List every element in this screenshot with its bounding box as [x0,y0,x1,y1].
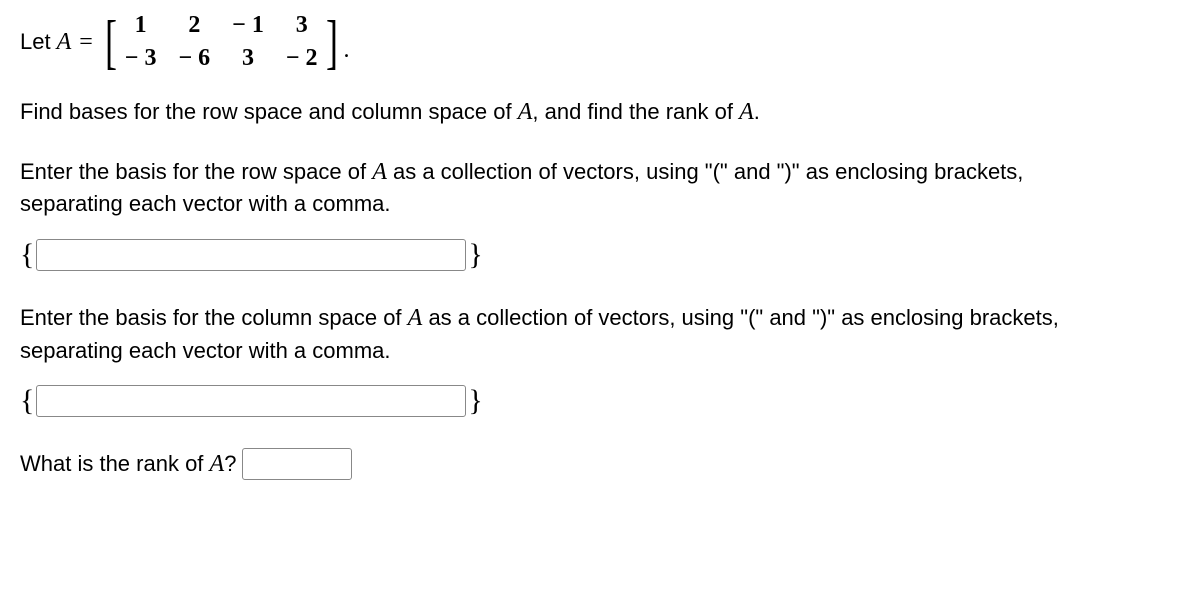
matrix-cell: − 2 [286,45,318,72]
var-A: A [408,305,423,331]
col-space-input-group: { } [20,384,1180,418]
left-brace: { [20,384,34,418]
matrix-cell: − 6 [178,45,210,72]
matrix-cell: 2 [178,12,210,39]
var-A: A [210,451,225,477]
right-brace: } [468,238,482,272]
left-brace: { [20,238,34,272]
matrix-cell: − 3 [125,45,157,72]
matrix-cell: 3 [232,45,264,72]
text-part: ? [224,451,236,476]
var-A: A [739,99,754,125]
right-bracket-icon: ] [326,15,338,69]
row-space-input[interactable] [36,239,466,271]
matrix-cell: − 1 [232,12,264,39]
matrix-display: [ 1 2 − 1 3 − 3 − 6 3 − 2 ] [101,12,342,72]
col-space-input[interactable] [36,385,466,417]
text-part: , and find the rank of [532,99,739,124]
let-text: Let [20,29,51,55]
matrix-var-A: A [57,29,72,56]
matrix-definition: Let A = [ 1 2 − 1 3 − 3 − 6 3 − 2 ] . [20,12,1180,72]
instruction-main: Find bases for the row space and column … [20,96,1070,130]
rank-input-group: What is the rank of A? [20,448,1180,480]
row-space-input-group: { } [20,238,1180,272]
matrix-cell: 1 [125,12,157,39]
matrix-cells: 1 2 − 1 3 − 3 − 6 3 − 2 [121,12,322,72]
instruction-row-space: Enter the basis for the row space of A a… [20,156,1070,220]
left-bracket-icon: [ [105,15,117,69]
period: . [344,37,350,64]
var-A: A [372,159,387,185]
var-A: A [518,99,533,125]
text-part: Enter the basis for the column space of [20,305,408,330]
instruction-col-space: Enter the basis for the column space of … [20,302,1070,366]
rank-input[interactable] [242,448,352,480]
equals-sign: = [79,29,93,56]
text-part: What is the rank of [20,451,210,476]
rank-label: What is the rank of A? [20,451,236,478]
text-part: Find bases for the row space and column … [20,99,518,124]
matrix-cell: 3 [286,12,318,39]
text-part: Enter the basis for the row space of [20,159,372,184]
right-brace: } [468,384,482,418]
text-part: . [754,99,760,124]
